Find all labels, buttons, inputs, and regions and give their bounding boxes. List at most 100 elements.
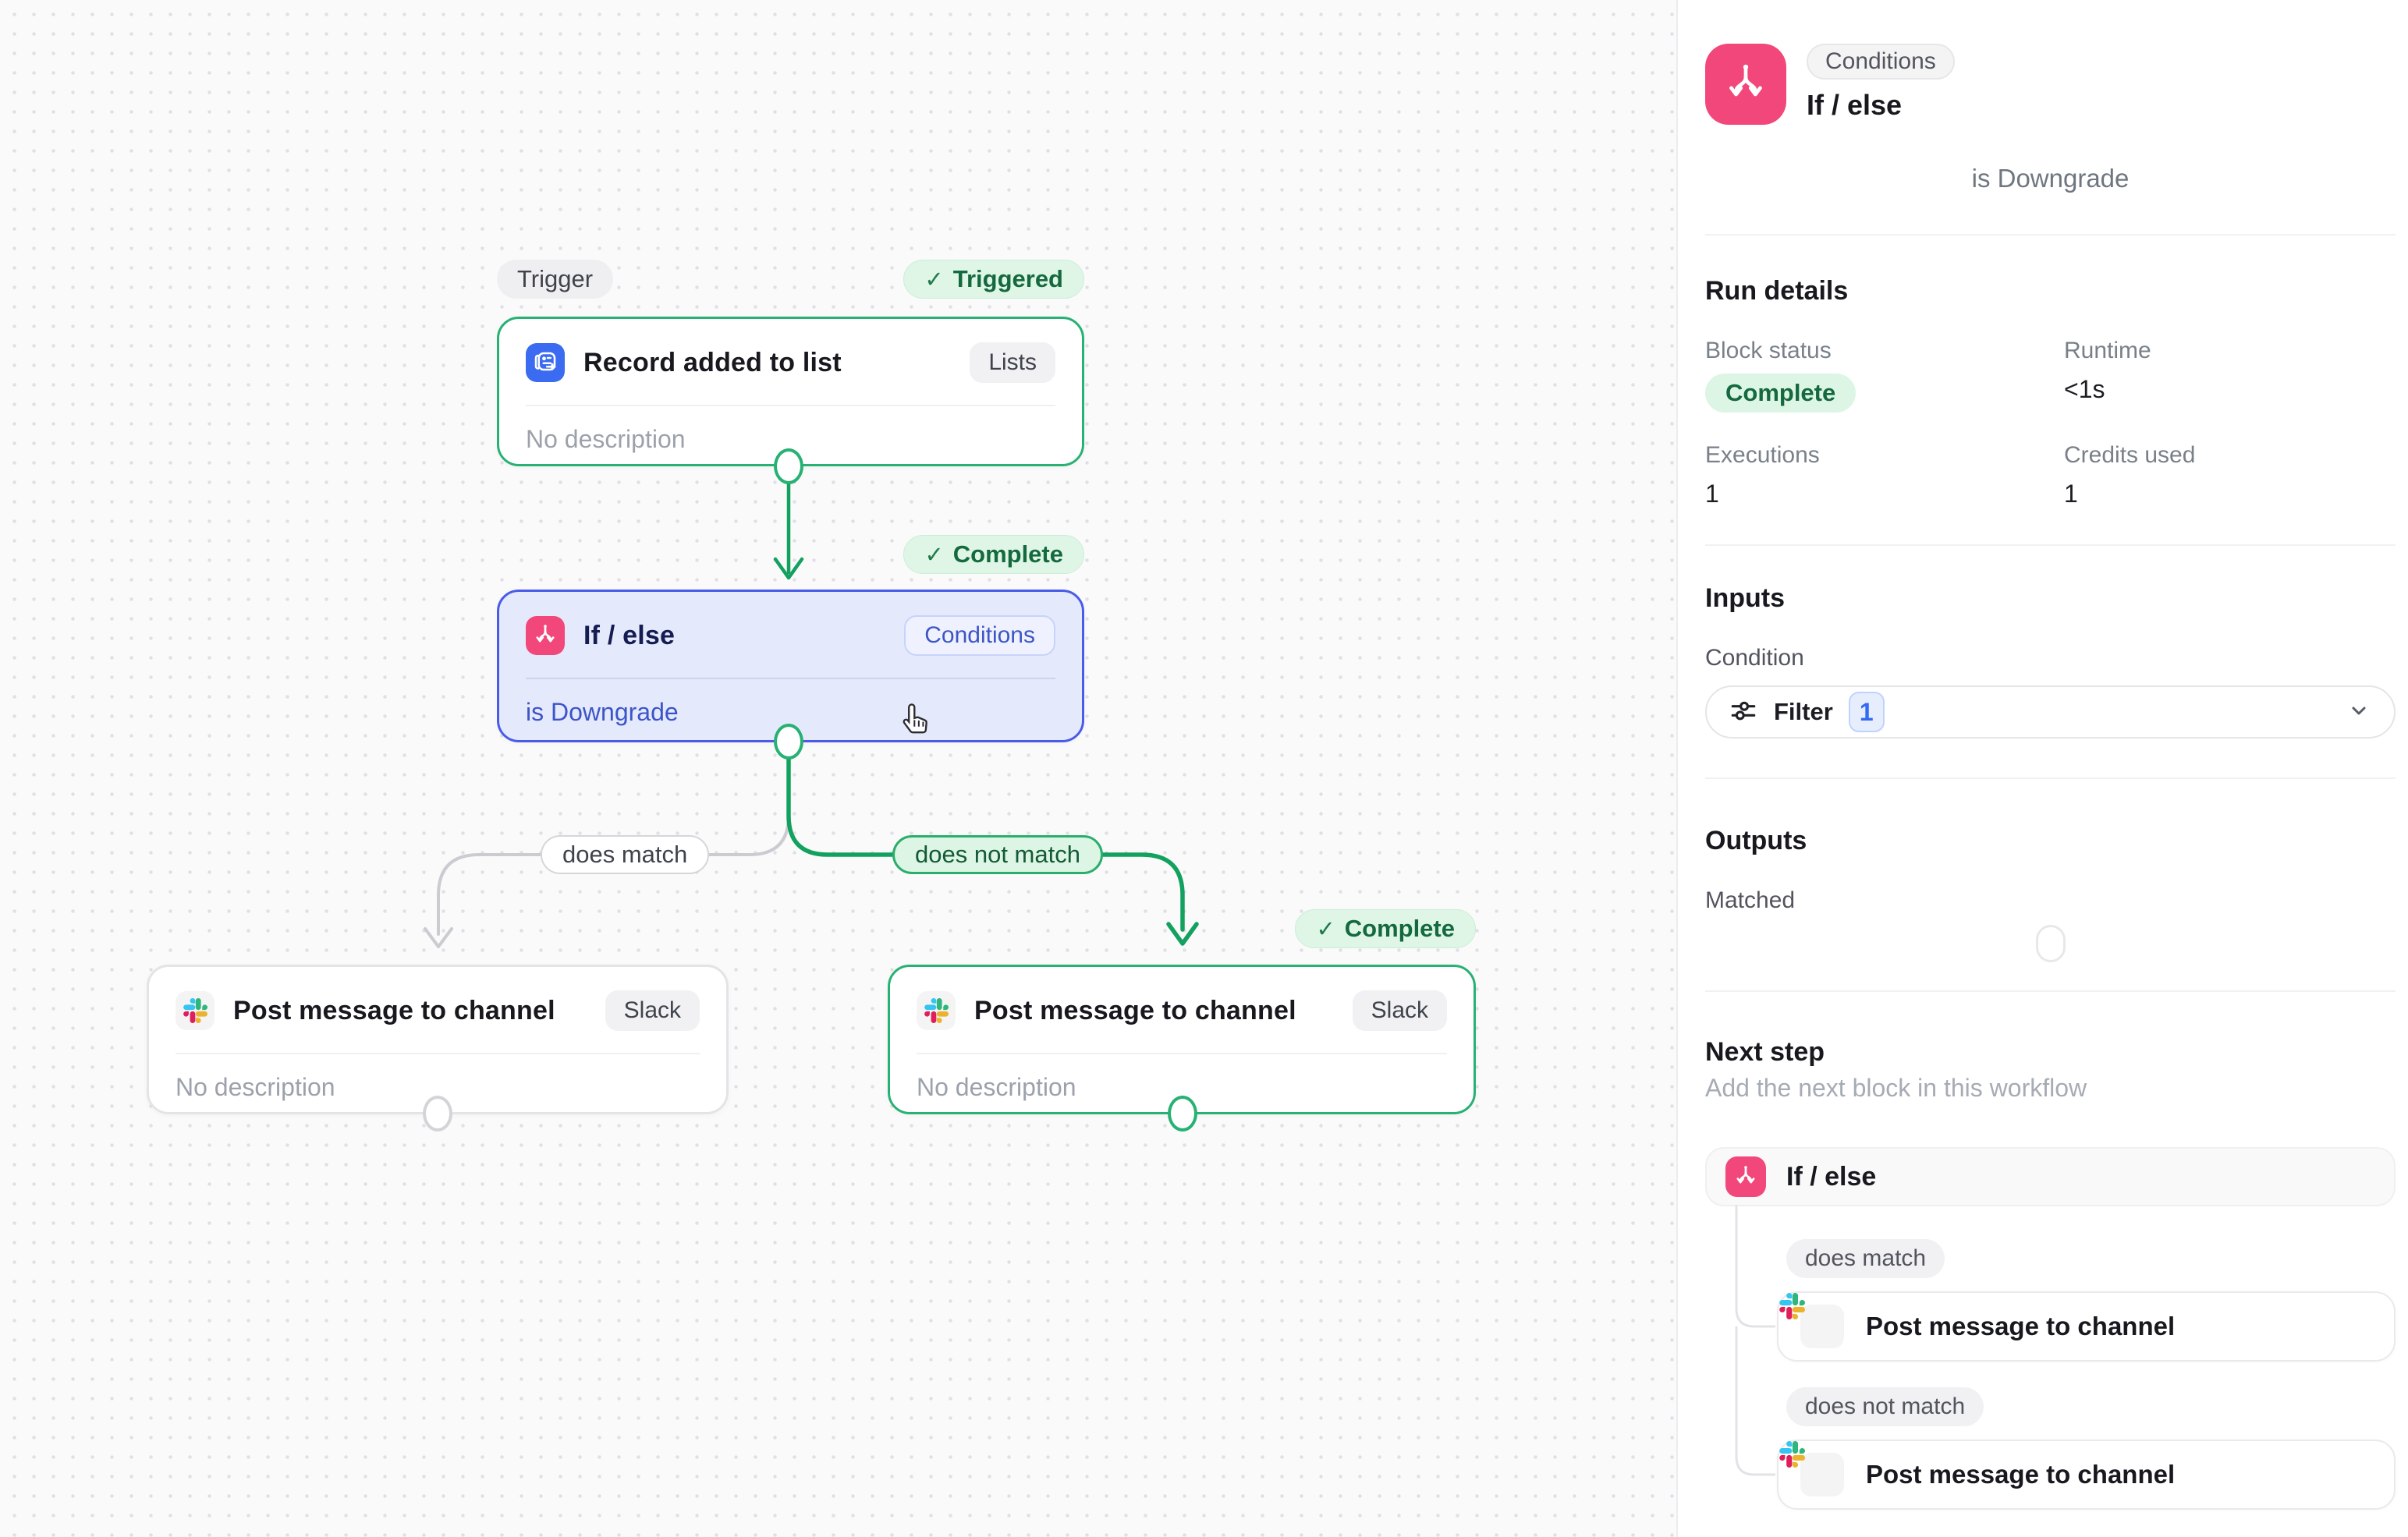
condition-summary: is Downgrade — [1705, 164, 2396, 193]
branch-label-does-not-match: does not match — [1786, 1387, 1984, 1426]
node-divider — [526, 405, 1055, 406]
branch-label-does-match: does match — [1786, 1239, 1945, 1278]
node-header: If / else Conditions — [526, 615, 1055, 656]
credits-cell: Credits used 1 — [2064, 442, 2396, 508]
slack-icon — [1800, 1453, 1844, 1496]
check-icon: ✓ — [924, 266, 943, 293]
panel-title: If / else — [1807, 89, 1955, 122]
app-badge-lists: Lists — [970, 342, 1055, 383]
matched-empty-indicator — [2036, 925, 2066, 962]
port-trigger-bottom[interactable] — [774, 448, 803, 484]
next-step-root-label: If / else — [1786, 1162, 1876, 1192]
trigger-section-label: Trigger — [497, 260, 613, 299]
check-icon: ✓ — [1316, 915, 1335, 943]
app-badge-slack: Slack — [605, 990, 700, 1031]
node-divider — [526, 678, 1055, 679]
ifelse-status-badge: ✓ Complete — [903, 535, 1084, 574]
if-else-branch-icon — [526, 616, 565, 655]
app-badge-text: Lists — [988, 349, 1037, 376]
slack-icon — [176, 991, 215, 1030]
post-right-status-badge: ✓ Complete — [1295, 909, 1476, 948]
divider — [1705, 544, 2396, 546]
next-step-block-label: Post message to channel — [1866, 1460, 2175, 1489]
edge-label-does-match: does match — [541, 835, 709, 874]
next-step-block-label: Post message to channel — [1866, 1312, 2175, 1341]
filter-label: Filter — [1774, 698, 1833, 726]
mouse-pointer-cursor — [895, 700, 938, 746]
next-step-tree: does match Post message to channel does … — [1705, 1206, 2396, 1510]
next-step-post-message-no-match[interactable]: Post message to channel — [1777, 1440, 2396, 1510]
run-details-heading: Run details — [1705, 276, 2396, 306]
node-header: Post message to channel Slack — [917, 990, 1447, 1031]
panel-header-text: Conditions If / else — [1807, 44, 1955, 122]
app-badge-text: Slack — [624, 997, 681, 1024]
node-record-added-to-list[interactable]: Record added to list Lists No descriptio… — [497, 317, 1084, 466]
app-badge-conditions: Conditions — [904, 615, 1055, 656]
executions-cell: Executions 1 — [1705, 442, 2064, 508]
chevron-down-icon[interactable] — [2346, 697, 2372, 728]
app-badge-text: Conditions — [924, 622, 1035, 649]
node-divider — [176, 1053, 700, 1054]
trigger-section-label-text: Trigger — [517, 265, 593, 293]
ifelse-status-text: Complete — [953, 540, 1063, 568]
next-step-root-if-else[interactable]: If / else — [1705, 1147, 2396, 1206]
edge-label-text: does not match — [915, 841, 1080, 869]
edge-label-text: does match — [562, 841, 687, 869]
check-icon: ✓ — [924, 541, 943, 568]
block-status-cell: Block status Complete — [1705, 338, 2064, 413]
workflow-canvas[interactable]: Trigger ✓ Triggered Record added to list… — [0, 0, 1676, 1537]
slack-icon — [1800, 1305, 1844, 1348]
node-title: Record added to list — [583, 348, 951, 378]
next-step-subtitle: Add the next block in this workflow — [1705, 1074, 2396, 1103]
slack-icon — [917, 991, 956, 1030]
node-title: If / else — [583, 621, 885, 651]
workflow-edges — [0, 0, 1676, 1537]
condition-label: Condition — [1705, 645, 2396, 671]
outputs-heading: Outputs — [1705, 826, 2396, 856]
trigger-status-badge: ✓ Triggered — [903, 260, 1084, 299]
lists-record-added-icon — [526, 343, 565, 382]
condition-filter-dropdown[interactable]: Filter 1 — [1705, 685, 2396, 738]
port-post-left-bottom[interactable] — [423, 1096, 452, 1132]
divider — [1705, 990, 2396, 992]
app-badge-text: Slack — [1371, 997, 1428, 1024]
runtime-cell: Runtime <1s — [2064, 338, 2396, 413]
node-description: is Downgrade — [526, 698, 1055, 727]
runtime-label: Runtime — [2064, 338, 2396, 364]
trigger-status-text: Triggered — [953, 265, 1063, 293]
node-header: Post message to channel Slack — [176, 990, 700, 1031]
runtime-value: <1s — [2064, 375, 2396, 404]
category-badge: Conditions — [1807, 44, 1955, 80]
node-post-message-left[interactable]: Post message to channel Slack No descrip… — [147, 965, 729, 1114]
next-step-heading: Next step — [1705, 1037, 2396, 1068]
divider — [1705, 234, 2396, 236]
executions-label: Executions — [1705, 442, 2064, 469]
app-badge-slack: Slack — [1353, 990, 1447, 1031]
node-post-message-right[interactable]: Post message to channel Slack No descrip… — [888, 965, 1476, 1114]
edge-label-does-not-match: does not match — [892, 835, 1103, 874]
port-post-right-bottom[interactable] — [1168, 1096, 1197, 1132]
block-details-panel: Conditions If / else is Downgrade Run de… — [1676, 0, 2408, 1537]
run-details-grid: Block status Complete Runtime <1s Execut… — [1705, 338, 2396, 508]
if-else-branch-icon — [1725, 1156, 1766, 1197]
node-divider — [917, 1053, 1447, 1054]
inputs-heading: Inputs — [1705, 583, 2396, 614]
node-title: Post message to channel — [974, 996, 1334, 1026]
divider — [1705, 777, 2396, 779]
block-status-badge: Complete — [1705, 374, 1856, 413]
executions-value: 1 — [1705, 480, 2064, 508]
credits-used-label: Credits used — [2064, 442, 2396, 469]
port-ifelse-bottom[interactable] — [774, 724, 803, 760]
category-badge-text: Conditions — [1825, 48, 1936, 75]
filter-sliders-icon — [1729, 696, 1758, 729]
post-right-status-text: Complete — [1345, 915, 1455, 943]
if-else-branch-icon — [1705, 44, 1786, 125]
panel-header: Conditions If / else — [1705, 44, 2396, 125]
node-if-else[interactable]: If / else Conditions is Downgrade — [497, 590, 1084, 742]
node-header: Record added to list Lists — [526, 342, 1055, 383]
filter-count-badge: 1 — [1849, 692, 1885, 732]
credits-used-value: 1 — [2064, 480, 2396, 508]
next-step-post-message-match[interactable]: Post message to channel — [1777, 1291, 2396, 1362]
block-status-label: Block status — [1705, 338, 2064, 364]
matched-label: Matched — [1705, 887, 2396, 914]
